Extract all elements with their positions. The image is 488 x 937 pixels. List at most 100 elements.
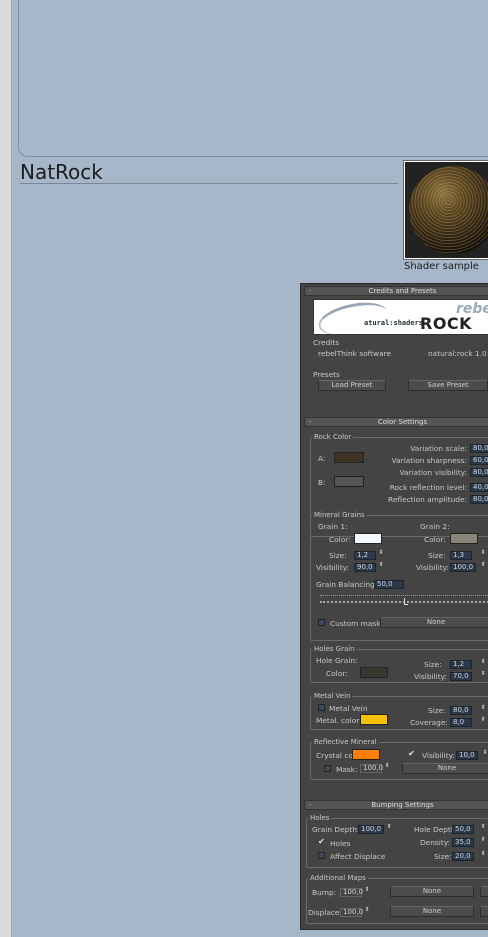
color-b-swatch[interactable] xyxy=(334,476,364,487)
spinner-arrows-icon[interactable]: ⬍ xyxy=(378,550,384,560)
page-title: NatRock xyxy=(20,160,103,184)
color-settings-header[interactable]: - Color Settings xyxy=(304,417,488,427)
metal-color-swatch[interactable] xyxy=(360,714,388,725)
additional-maps-label: Additional Maps xyxy=(308,874,368,882)
grain-depth-spinner[interactable]: 100,0 xyxy=(358,825,384,834)
variation-scale-label: Variation scale: xyxy=(410,444,467,453)
holes-bump-label: Holes xyxy=(308,814,332,822)
grain2-size-label: Size: xyxy=(428,551,446,560)
spinner-arrows-icon[interactable]: ⬍ xyxy=(482,750,488,760)
grain2-label: Grain 2: xyxy=(420,522,450,531)
reflection-amplitude-spinner[interactable]: 80,0 xyxy=(470,495,488,504)
spinner-arrows-icon[interactable]: ⬍ xyxy=(480,705,486,715)
metal-vein-checkbox[interactable] xyxy=(318,704,325,711)
spinner-arrows-icon[interactable]: ⬍ xyxy=(364,887,370,897)
density-spinner[interactable]: 35,0 xyxy=(452,838,474,847)
top-frame xyxy=(18,0,488,157)
slider-handle[interactable] xyxy=(404,598,408,605)
coverage-spinner[interactable]: 8,0 xyxy=(450,718,472,727)
metal-vein-group-label: Metal Vein xyxy=(312,692,353,700)
spinner-arrows-icon[interactable]: ⬍ xyxy=(386,824,392,834)
grain2-visibility-spinner[interactable]: 100,0 xyxy=(450,563,476,572)
spinner-arrows-icon[interactable]: ⬍ xyxy=(480,717,486,727)
banner-logo: atural:shaders ROCK rebelThin xyxy=(313,299,488,335)
left-border xyxy=(0,0,12,937)
spinner-arrows-icon[interactable]: ⬍ xyxy=(378,562,384,572)
color-settings-rollout: - Color Settings Rock Color A: B: Variati… xyxy=(304,417,488,784)
hole-visibility-spinner[interactable]: 70,0 xyxy=(450,672,472,681)
hole-color-swatch[interactable] xyxy=(360,667,388,678)
version-text: natural:rock 1.0 xyxy=(428,349,487,358)
credits-rollout-header[interactable]: - Credits and Presets xyxy=(304,286,488,296)
variation-scale-spinner[interactable]: 80,0 xyxy=(470,444,488,453)
grain2-size-spinner[interactable]: 1,3 xyxy=(450,551,472,560)
spinner-arrows-icon[interactable]: ⬍ xyxy=(480,824,486,834)
displace-map-amount[interactable]: 100,0 xyxy=(340,908,363,917)
spinner-arrows-icon[interactable]: ⬍ xyxy=(480,851,486,861)
grain2-color-swatch[interactable] xyxy=(450,533,478,544)
author-text: rebelThink software xyxy=(318,349,392,358)
reflective-mask-spinner[interactable]: 100,0 xyxy=(360,764,383,773)
crystal-visibility-spinner[interactable]: 10,0 xyxy=(456,751,478,760)
grain-balancing-label: Grain Balancing: xyxy=(316,580,378,589)
hole-visibility-label: Visibility: xyxy=(414,672,447,681)
crystal-color-swatch[interactable] xyxy=(352,749,380,760)
grain1-size-spinner[interactable]: 1,2 xyxy=(354,551,376,560)
spinner-arrows-icon[interactable]: ⬍ xyxy=(480,837,486,847)
hole-depth-spinner[interactable]: 50,0 xyxy=(452,825,474,834)
displace-map-extra-button[interactable] xyxy=(480,906,488,917)
reflection-amplitude-label: Reflection amplitude: xyxy=(388,495,467,504)
reflective-mask-map-button[interactable]: None xyxy=(402,763,488,774)
mineral-grains-label: Mineral Grains xyxy=(312,511,367,519)
grain1-visibility-label: Visibility: xyxy=(316,563,349,572)
rollout-title: Color Settings xyxy=(377,418,428,426)
bumping-settings-header[interactable]: - Bumping Settings xyxy=(304,800,488,810)
bump-map-button[interactable]: None xyxy=(390,886,474,897)
title-underline xyxy=(20,183,398,184)
grain-balancing-slider[interactable] xyxy=(316,593,488,607)
displace-map-button[interactable]: None xyxy=(390,906,474,917)
reflective-mask-checkbox[interactable] xyxy=(324,765,331,772)
banner-brand: rebelThin xyxy=(456,301,488,317)
variation-visibility-label: Variation visibility: xyxy=(399,468,467,477)
color-a-label: A: xyxy=(318,454,326,463)
custom-mask-map-button[interactable]: None xyxy=(380,617,488,628)
collapse-icon: - xyxy=(309,287,312,295)
grain1-label: Grain 1: xyxy=(318,522,348,531)
spinner-arrows-icon[interactable]: ⬍ xyxy=(480,562,486,572)
bump-size-label: Size: xyxy=(434,852,452,861)
grain-depth-label: Grain Depth: xyxy=(312,825,360,834)
metal-size-spinner[interactable]: 80,0 xyxy=(450,706,472,715)
load-preset-button[interactable]: Load Preset xyxy=(318,380,386,391)
spinner-arrows-icon[interactable]: ⬍ xyxy=(384,763,390,773)
metal-color-label: Metal. color: xyxy=(316,716,362,725)
holes-checkbox[interactable]: ✔ xyxy=(318,838,325,846)
hole-grain-label: Hole Grain: xyxy=(316,656,358,665)
hole-color-label: Color: xyxy=(326,669,348,678)
grain1-color-swatch[interactable] xyxy=(354,533,382,544)
affect-displace-label: Affect Displace xyxy=(330,852,386,861)
spinner-arrows-icon[interactable]: ⬍ xyxy=(480,659,486,669)
custom-mask-label: Custom mask: xyxy=(330,619,384,628)
grain-balancing-spinner[interactable]: 50,0 xyxy=(374,580,404,589)
color-a-swatch[interactable] xyxy=(334,452,364,463)
save-preset-button[interactable]: Save Preset xyxy=(408,380,488,391)
custom-mask-checkbox[interactable] xyxy=(318,619,325,626)
affect-displace-checkbox[interactable] xyxy=(318,852,325,859)
shader-thumbnail xyxy=(404,161,488,259)
visibility-checkbox[interactable]: ✔ xyxy=(408,750,415,758)
grain1-visibility-spinner[interactable]: 90,0 xyxy=(354,563,376,572)
spinner-arrows-icon[interactable]: ⬍ xyxy=(480,671,486,681)
hole-size-spinner[interactable]: 1,2 xyxy=(450,660,472,669)
spinner-arrows-icon[interactable]: ⬍ xyxy=(480,550,486,560)
spinner-arrows-icon[interactable]: ⬍ xyxy=(364,907,370,917)
variation-visibility-spinner[interactable]: 80,0 xyxy=(470,468,488,477)
variation-sharpness-spinner[interactable]: 60,0 xyxy=(470,456,488,465)
bump-size-spinner[interactable]: 20,0 xyxy=(452,852,474,861)
bump-map-extra-button[interactable] xyxy=(480,886,488,897)
grain1-size-label: Size: xyxy=(329,551,347,560)
reflection-level-label: Rock reflection level: xyxy=(389,483,467,492)
holes-grain-label: Holes Grain xyxy=(312,645,357,653)
bump-map-amount[interactable]: 100,0 xyxy=(340,888,363,897)
reflection-level-spinner[interactable]: 40,0 xyxy=(470,483,488,492)
